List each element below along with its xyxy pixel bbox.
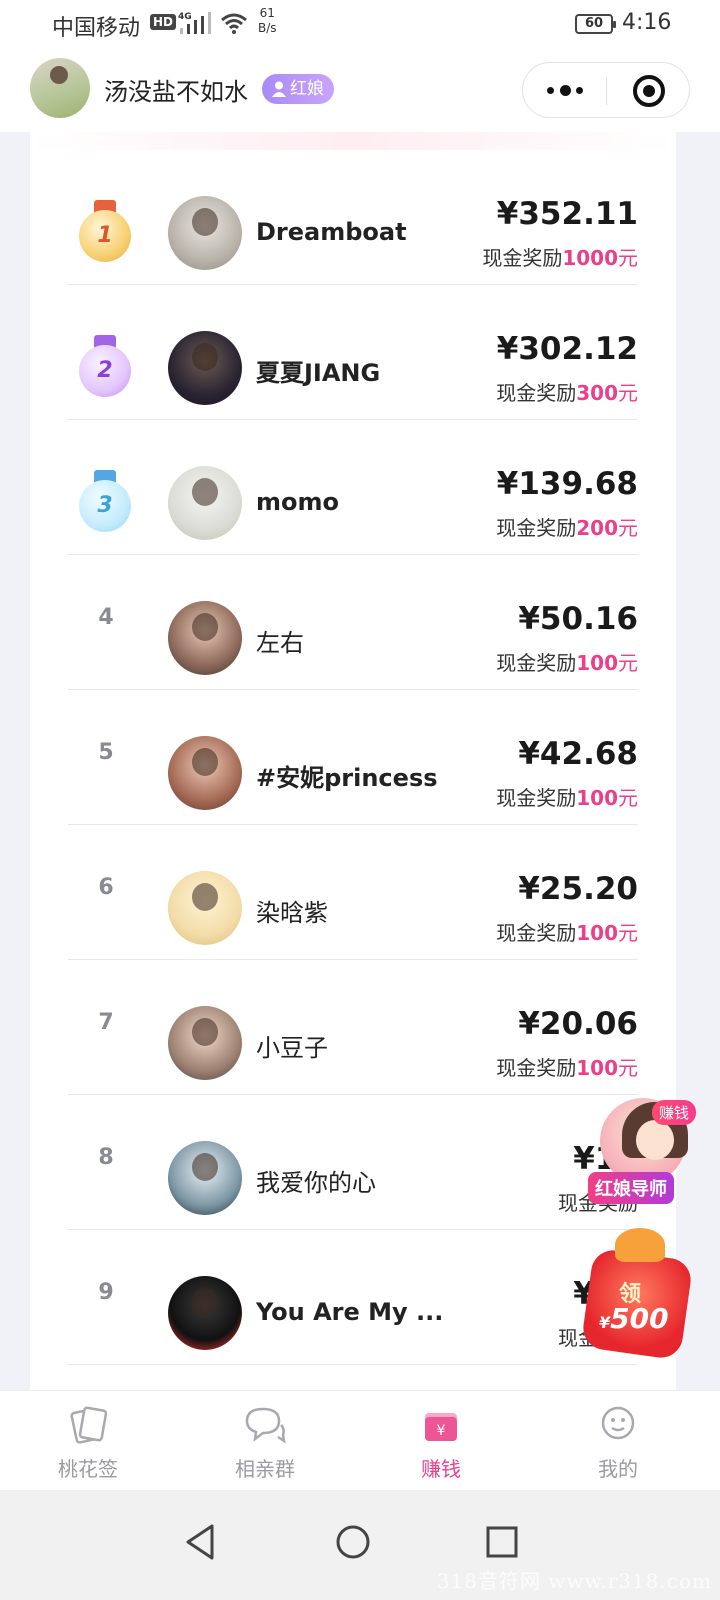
avatar[interactable]: [168, 871, 242, 945]
avatar[interactable]: [168, 1006, 242, 1080]
battery-icon: 60: [575, 14, 616, 34]
avatar[interactable]: [30, 58, 90, 118]
avatar[interactable]: [168, 601, 242, 675]
earnings-amount: ¥139.68: [496, 466, 638, 502]
leaderboard-row[interactable]: 2 夏夏JIANG ¥302.12 现金奖励300元: [30, 285, 676, 420]
more-icon[interactable]: [545, 83, 585, 99]
rank-number: 8: [98, 1145, 114, 1170]
avatar[interactable]: [168, 1276, 242, 1350]
header: 汤没盐不如水 红娘: [0, 50, 720, 132]
user-name: #安妮princess: [256, 764, 438, 792]
wifi-icon: [221, 13, 247, 34]
user-name: 小豆子: [256, 1034, 328, 1062]
role-badge: 红娘: [262, 74, 334, 104]
user-name: momo: [256, 488, 339, 516]
earn-tag: 赚钱: [652, 1100, 697, 1125]
earnings-amount: ¥50.16: [518, 601, 638, 637]
coupon-widget[interactable]: 领 ¥500: [575, 1228, 699, 1366]
rank-number: 4: [98, 605, 114, 630]
leaderboard: 1 Dreamboat ¥352.11 现金奖励1000元 2 夏夏JIANG …: [30, 132, 676, 1390]
watermark: 318音符网 www.r318.com: [436, 1569, 712, 1593]
reward-text: 现金奖励1000元: [482, 246, 638, 270]
leaderboard-row[interactable]: 5 #安妮princess ¥42.68 现金奖励100元: [30, 690, 676, 825]
gold-medal-icon: 1: [78, 200, 132, 266]
avatar[interactable]: [168, 736, 242, 810]
rank-number: 7: [98, 1010, 114, 1035]
network-speed: 61 B/s: [258, 6, 277, 35]
home-icon[interactable]: [331, 1520, 375, 1564]
rank-number: 5: [98, 740, 114, 765]
signal-icon: 4G: [178, 12, 211, 34]
tab-bar: 桃花签 相亲群 ¥ 赚钱 我的: [0, 1390, 720, 1490]
leaderboard-row[interactable]: 8 我爱你的心 ¥14 现金奖励: [30, 1095, 676, 1230]
leaderboard-row[interactable]: 6 染晗紫 ¥25.20 现金奖励100元: [30, 825, 676, 960]
user-name: You Are My ...: [256, 1298, 444, 1326]
leaderboard-row[interactable]: 3 momo ¥139.68 现金奖励200元: [30, 420, 676, 555]
reward-text: 现金奖励300元: [496, 381, 638, 405]
person-icon: [272, 81, 286, 97]
reward-text: 现金奖励200元: [496, 516, 638, 540]
reward-text: 现金奖励100元: [496, 921, 638, 945]
wallet-icon: ¥: [425, 1413, 457, 1441]
coupon-value: ¥500: [599, 1302, 669, 1335]
user-name: Dreamboat: [256, 218, 407, 246]
svg-text:¥: ¥: [437, 1423, 446, 1439]
earnings-amount: ¥352.11: [496, 196, 638, 232]
avatar[interactable]: [168, 1141, 242, 1215]
system-nav-bar: 318音符网 www.r318.com: [0, 1490, 720, 1600]
bronze-medal-icon: 3: [78, 470, 132, 536]
clock: 4:16: [622, 10, 672, 35]
close-miniprogram-icon[interactable]: [633, 75, 665, 107]
hd-indicator: HD: [150, 14, 177, 30]
miniprogram-capsule: [522, 62, 690, 118]
user-name: 左右: [256, 629, 304, 657]
leaderboard-row[interactable]: 4 左右 ¥50.16 现金奖励100元: [30, 555, 676, 690]
rank-number: 9: [98, 1280, 114, 1305]
earnings-amount: ¥25.20: [518, 871, 638, 907]
earnings-amount: ¥302.12: [496, 331, 638, 367]
user-name: 汤没盐不如水: [104, 78, 248, 106]
guide-label: 红娘导师: [588, 1172, 674, 1204]
role-badge-label: 红娘: [290, 79, 324, 99]
reward-text: 现金奖励100元: [496, 1056, 638, 1080]
smiley-icon: [601, 1406, 635, 1440]
avatar[interactable]: [168, 331, 242, 405]
back-icon[interactable]: [180, 1520, 224, 1564]
avatar[interactable]: [168, 466, 242, 540]
leaderboard-row[interactable]: 1 Dreamboat ¥352.11 现金奖励1000元: [30, 150, 676, 285]
chat-icon: [245, 1407, 286, 1444]
recents-icon[interactable]: [480, 1520, 524, 1564]
avatar[interactable]: [168, 196, 242, 270]
earnings-amount: ¥42.68: [518, 736, 638, 772]
reward-text: 现金奖励100元: [496, 786, 638, 810]
card-icon: [70, 1406, 108, 1444]
user-name: 染晗紫: [256, 899, 328, 927]
status-bar: 中国移动 HD 4G 61 B/s 60 4:16: [0, 0, 720, 50]
carrier-label: 中国移动: [52, 16, 141, 41]
tab-earn-money[interactable]: ¥ 赚钱: [381, 1403, 501, 1483]
matchmaker-guide-widget[interactable]: 赚钱 红娘导师: [588, 1098, 708, 1206]
reward-text: 现金奖励100元: [496, 651, 638, 675]
tab-dating-group[interactable]: 相亲群: [205, 1403, 325, 1483]
leaderboard-row[interactable]: 7 小豆子 ¥20.06 现金奖励100元: [30, 960, 676, 1095]
user-name: 我爱你的心: [256, 1169, 376, 1197]
rank-number: 6: [98, 875, 114, 900]
network-label: 4G: [178, 12, 192, 22]
user-name: 夏夏JIANG: [256, 359, 381, 387]
tab-me[interactable]: 我的: [558, 1403, 678, 1483]
silver-medal-icon: 2: [78, 335, 132, 401]
tab-peach-blossom[interactable]: 桃花签: [28, 1403, 148, 1483]
earnings-amount: ¥20.06: [518, 1006, 638, 1042]
